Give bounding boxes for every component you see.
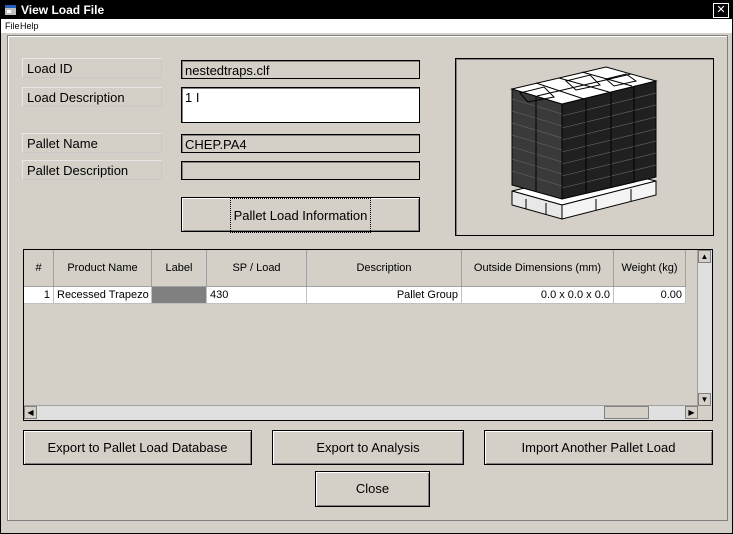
close-icon: ✕	[716, 4, 726, 16]
import-another-pallet-load-button[interactable]: Import Another Pallet Load	[484, 430, 713, 465]
close-button[interactable]: Close	[315, 471, 430, 507]
load-description-label: Load Description	[22, 87, 162, 107]
pallet-load-information-button[interactable]: Pallet Load Information	[181, 197, 420, 233]
menu-bar: File Help	[1, 19, 732, 33]
load-id-label: Load ID	[22, 58, 162, 78]
scroll-left-icon[interactable]: ◀	[24, 406, 37, 419]
scroll-thumb[interactable]	[604, 406, 649, 419]
load-products-table: # Product Name Label SP / Load Descripti…	[23, 249, 713, 421]
load-id-field[interactable]: nestedtraps.clf	[181, 60, 420, 79]
col-header-description[interactable]: Description	[307, 250, 462, 287]
cell-label[interactable]	[152, 287, 207, 304]
scroll-right-icon[interactable]: ▶	[685, 406, 698, 419]
close-button-label: Close	[355, 481, 390, 496]
col-header-number[interactable]: #	[24, 250, 54, 287]
cell-description[interactable]: Pallet Group	[307, 287, 462, 304]
scroll-down-icon[interactable]: ▼	[698, 393, 711, 406]
scroll-up-icon[interactable]: ▲	[698, 250, 711, 263]
close-window-button[interactable]: ✕	[713, 3, 729, 18]
col-header-outside-dimensions[interactable]: Outside Dimensions (mm)	[462, 250, 614, 287]
pallet-name-label: Pallet Name	[22, 133, 162, 153]
menu-help[interactable]: Help	[20, 21, 39, 31]
col-header-label[interactable]: Label	[152, 250, 207, 287]
pallet-load-image-frame	[455, 58, 714, 236]
load-description-field[interactable]: 1 I	[181, 87, 420, 123]
pallet-description-field[interactable]	[181, 161, 420, 180]
pallet-name-field[interactable]: CHEP.PA4	[181, 134, 420, 153]
menu-file[interactable]: File	[5, 21, 20, 31]
col-header-sp-load[interactable]: SP / Load	[207, 250, 307, 287]
pallet-load-information-label: Pallet Load Information	[229, 198, 372, 233]
import-another-pallet-load-label: Import Another Pallet Load	[521, 440, 676, 455]
cell-outside-dimensions[interactable]: 0.0 x 0.0 x 0.0	[462, 287, 614, 304]
col-header-weight[interactable]: Weight (kg)	[614, 250, 686, 287]
window-title: View Load File	[21, 3, 105, 17]
col-header-product-name[interactable]: Product Name	[54, 250, 152, 287]
view-load-file-window: View Load File ✕ File Help Load ID Load …	[0, 0, 733, 534]
cell-weight[interactable]: 0.00	[614, 287, 686, 304]
export-to-analysis-button[interactable]: Export to Analysis	[272, 430, 464, 465]
export-pallet-load-database-button[interactable]: Export to Pallet Load Database	[23, 430, 252, 465]
export-to-analysis-label: Export to Analysis	[316, 440, 420, 455]
title-bar: View Load File ✕	[1, 1, 732, 19]
pallet-load-icon	[510, 66, 658, 220]
horizontal-scrollbar[interactable]: ◀ ▶	[24, 405, 698, 420]
cell-sp-load[interactable]: 430	[207, 287, 307, 304]
vertical-scrollbar[interactable]: ▲ ▼	[697, 250, 712, 406]
app-window-icon	[5, 5, 16, 15]
pallet-description-label: Pallet Description	[22, 160, 162, 180]
cell-number[interactable]: 1	[24, 287, 54, 304]
cell-product-name[interactable]: Recessed Trapezo	[54, 287, 152, 304]
export-pallet-load-database-label: Export to Pallet Load Database	[47, 440, 228, 455]
